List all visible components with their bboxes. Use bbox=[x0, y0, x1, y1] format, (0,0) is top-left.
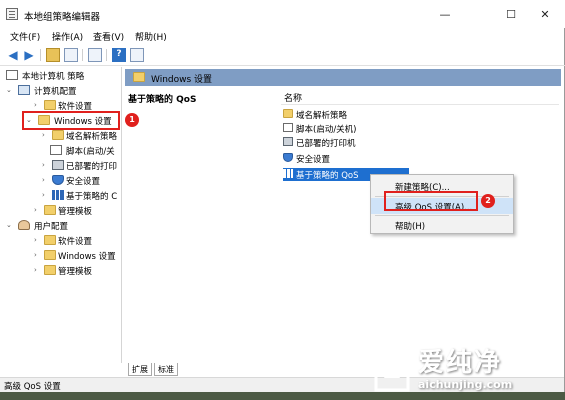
tab-extended[interactable]: 扩展 bbox=[128, 363, 152, 376]
menu-action[interactable]: 操作(A) bbox=[52, 30, 83, 43]
help-icon[interactable]: ? bbox=[112, 48, 126, 62]
toolbar-separator bbox=[106, 49, 107, 61]
pane-header: Windows 设置 bbox=[125, 69, 561, 86]
shield-icon bbox=[283, 153, 293, 162]
menu-bar: 文件(F) 操作(A) 查看(V) 帮助(H) bbox=[0, 28, 565, 44]
folder-icon bbox=[44, 100, 56, 110]
group-policy-editor-window: 本地组策略编辑器 — ☐ ✕ 文件(F) 操作(A) 查看(V) 帮助(H) ◀… bbox=[0, 0, 565, 392]
minimize-button[interactable]: — bbox=[428, 4, 462, 26]
maximize-button[interactable]: ☐ bbox=[494, 4, 528, 26]
printer-icon bbox=[283, 137, 293, 146]
menu-help[interactable]: 帮助(H) bbox=[135, 30, 167, 43]
toolbar: ◀ ▶ ? bbox=[0, 44, 565, 66]
app-icon bbox=[6, 8, 18, 20]
folder-icon bbox=[133, 72, 145, 82]
menu-view[interactable]: 查看(V) bbox=[93, 30, 124, 43]
watermark-logo-icon bbox=[374, 350, 410, 392]
up-folder-icon[interactable] bbox=[46, 48, 60, 62]
printer-icon bbox=[52, 160, 64, 170]
properties-icon[interactable] bbox=[130, 48, 144, 62]
menu-file[interactable]: 文件(F) bbox=[10, 30, 40, 43]
toolbar-separator bbox=[82, 49, 83, 61]
annotation-highlight-advanced-qos bbox=[384, 191, 478, 211]
menu-separator bbox=[375, 215, 509, 216]
chevron-right-icon[interactable]: › bbox=[34, 206, 37, 214]
menu-item-help[interactable]: 帮助(H) bbox=[371, 217, 513, 233]
chevron-right-icon[interactable]: › bbox=[42, 161, 45, 169]
script-icon bbox=[50, 145, 62, 155]
folder-icon bbox=[283, 109, 293, 118]
folder-icon bbox=[44, 265, 56, 275]
show-hide-tree-icon[interactable] bbox=[64, 48, 78, 62]
chevron-right-icon[interactable]: › bbox=[34, 251, 37, 259]
window-title: 本地组策略编辑器 bbox=[24, 12, 101, 23]
policy-document-icon bbox=[6, 70, 18, 80]
section-title: 基于策略的 QoS bbox=[128, 95, 197, 105]
column-separator bbox=[281, 104, 559, 105]
chevron-right-icon[interactable]: › bbox=[34, 266, 37, 274]
chevron-down-icon[interactable]: ⌄ bbox=[6, 221, 12, 229]
forward-arrow-icon[interactable]: ▶ bbox=[22, 48, 36, 62]
computer-icon bbox=[18, 85, 30, 95]
chevron-right-icon[interactable]: › bbox=[42, 191, 45, 199]
folder-icon bbox=[44, 250, 56, 260]
annotation-highlight-windows-settings bbox=[22, 111, 120, 130]
script-icon bbox=[283, 123, 293, 132]
close-button[interactable]: ✕ bbox=[528, 4, 562, 26]
export-list-icon[interactable] bbox=[88, 48, 102, 62]
watermark: 爱纯净 aichunjing.com bbox=[368, 340, 565, 400]
bar-chart-icon bbox=[283, 169, 293, 178]
bar-chart-icon bbox=[52, 190, 64, 200]
annotation-badge-2: 2 bbox=[481, 194, 495, 208]
shield-icon bbox=[52, 175, 64, 185]
folder-icon bbox=[44, 205, 56, 215]
user-icon bbox=[18, 220, 30, 230]
tab-standard[interactable]: 标准 bbox=[154, 363, 178, 376]
back-arrow-icon[interactable]: ◀ bbox=[6, 48, 20, 62]
chevron-down-icon[interactable]: ⌄ bbox=[6, 86, 12, 94]
folder-icon bbox=[52, 130, 64, 140]
chevron-right-icon[interactable]: › bbox=[42, 131, 45, 139]
annotation-badge-1: 1 bbox=[125, 113, 139, 127]
title-bar: 本地组策略编辑器 — ☐ ✕ bbox=[0, 0, 565, 28]
column-header-name[interactable]: 名称 bbox=[284, 91, 302, 104]
chevron-right-icon[interactable]: › bbox=[34, 101, 37, 109]
status-text: 高级 QoS 设置 bbox=[4, 382, 61, 392]
toolbar-separator bbox=[40, 49, 41, 61]
folder-icon bbox=[44, 235, 56, 245]
chevron-right-icon[interactable]: › bbox=[42, 176, 45, 184]
chevron-right-icon[interactable]: › bbox=[34, 236, 37, 244]
watermark-url: aichunjing.com bbox=[418, 378, 513, 391]
watermark-brand: 爱纯净 bbox=[418, 348, 503, 378]
